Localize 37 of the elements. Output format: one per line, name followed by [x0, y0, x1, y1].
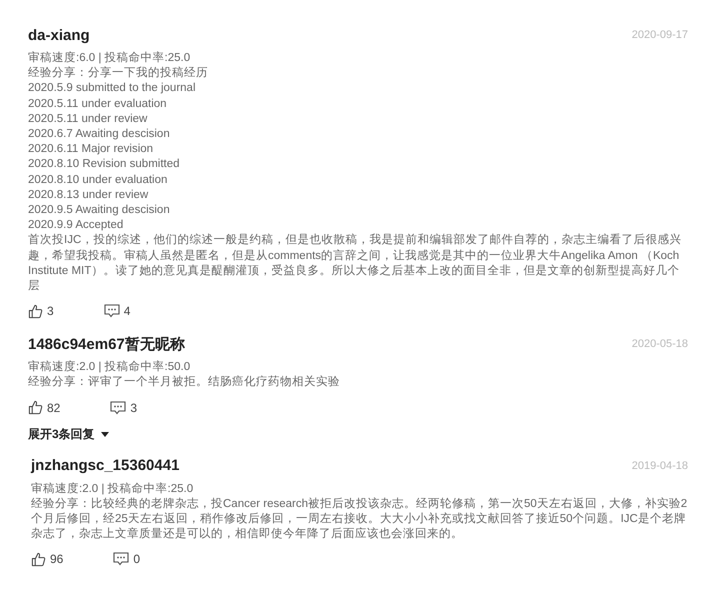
review-date: 2020-09-17 — [632, 29, 688, 41]
like-button[interactable]: 3 — [28, 304, 54, 319]
comment-icon — [104, 304, 120, 318]
expand-replies-link[interactable]: 展开3条回复 — [28, 426, 109, 443]
comment-button[interactable]: 3 — [110, 400, 138, 415]
comment-icon — [113, 552, 130, 566]
comment-icon — [110, 400, 126, 415]
review-text: 首次投IJC，投的综述，他们的综述一般是约稿，但是也收散稿，我是提前和编辑部发了邮件自荐的，杂志主编看了后很感兴趣，希望我投稿。审稿人虽然是匿名，但是从comments的言辞之间，让我感觉是其中的一位业界大牛Angelika Amon （Koch Institute MIT）。读了她的意见真是醍醐灌顶，受益良多。所以大修之后基本上改的面目全非，但是文章的创新型提高好几个层 — [28, 233, 682, 294]
review-text: 经验分享：比较经典的老牌杂志，投Cancer research被拒后改投该杂志。经两轮修稿，第一次50天左右返回，大修，补实验2个月后修回，经25天左右返回，稍作修改后修回，一周左右接收。大大小小补充或找文献回答了接近50个问题。IJC是个老牌杂志了，杂志上文章质量还是可以的，相信即使今年降了后面应该也会涨回来的。 — [31, 496, 688, 542]
review-text: 2020.8.10 under evaluation — [28, 172, 168, 188]
like-button[interactable]: 82 — [28, 400, 60, 416]
review-text: 2020.9.5 Awaiting descision — [28, 203, 171, 218]
thumbs-up-icon — [31, 552, 46, 567]
review-date: 2020-05-18 — [632, 338, 688, 350]
user-name: 1486c94em67暂无昵称 — [28, 334, 185, 354]
review-text: 2020.5.9 submitted to the journal — [28, 81, 197, 96]
review-stats: 审稿速度:2.0 | 投稿命中率:25.0 — [31, 482, 194, 497]
review-text: 2020.6.7 Awaiting descision — [28, 127, 171, 142]
review-stats: 审稿速度:6.0 | 投稿命中率:25.0 — [28, 51, 192, 66]
review-text: 2020.5.11 under evaluation — [28, 96, 168, 112]
caret-icon — [100, 432, 109, 437]
like-button[interactable]: 96 — [31, 552, 64, 567]
review-text: 经验分享：评审了一个半月被拒。结肠癌化疗药物相关实验 — [28, 375, 341, 390]
review-text: 经验分享：分享一下我的投稿经历 — [28, 66, 209, 82]
user-name: da-xiang — [28, 26, 90, 44]
review-text: 2020.8.13 under review — [28, 188, 150, 203]
review-text: 2020.8.10 Revision submitted — [28, 157, 181, 172]
review-date: 2019-04-18 — [632, 460, 688, 472]
thumbs-up-icon — [28, 400, 43, 416]
thumbs-up-icon — [28, 304, 43, 319]
comment-button[interactable]: 0 — [113, 552, 140, 566]
comment-button[interactable]: 4 — [104, 304, 130, 318]
review-stats: 审稿速度:2.0 | 投稿命中率:50.0 — [28, 360, 192, 375]
review-text: 2020.5.11 under review — [28, 112, 148, 127]
user-name: jnzhangsc_15360441 — [31, 457, 180, 474]
review-text: 2020.6.11 Major revision — [28, 142, 154, 158]
review-text: 2020.9.9 Accepted — [28, 218, 124, 234]
